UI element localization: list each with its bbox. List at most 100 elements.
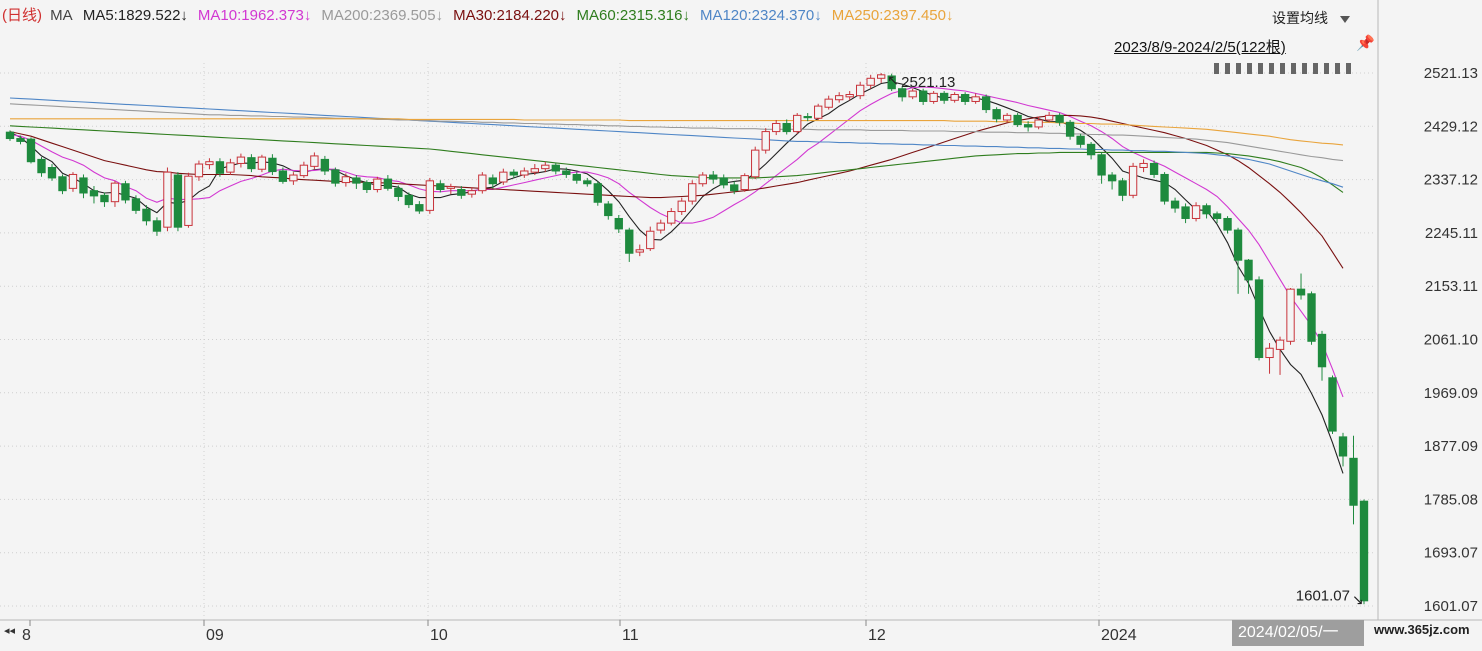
- candle: [761, 128, 770, 154]
- candle-body: [5, 131, 15, 140]
- candle: [572, 172, 581, 184]
- candle-body: [530, 168, 539, 173]
- candle-body: [184, 175, 193, 226]
- candle: [824, 95, 833, 110]
- candle-body: [929, 92, 938, 102]
- candle: [257, 154, 267, 173]
- candle-body: [341, 176, 351, 184]
- candle-body: [100, 194, 109, 203]
- y-tick-label: 1601.07: [1424, 598, 1478, 615]
- candle-body: [1128, 165, 1138, 196]
- candle-body: [488, 177, 497, 185]
- legend-ma250: MA250:2397.450↓: [831, 7, 954, 24]
- candle-body: [194, 163, 204, 178]
- candle-body: [719, 177, 728, 186]
- candle-body: [457, 189, 466, 196]
- legend-ma10: MA10:1962.373↓: [197, 7, 312, 24]
- candle-body: [37, 158, 46, 174]
- legend-items: MA5:1829.522↓ MA10:1962.373↓ MA200:2369.50…: [83, 7, 964, 24]
- candle-body: [1055, 114, 1064, 123]
- candle-body: [614, 217, 623, 230]
- candle-body: [110, 182, 120, 203]
- low-arrow-icon: ↘: [1352, 591, 1364, 607]
- candle: [1317, 330, 1327, 381]
- candle-body: [1170, 200, 1180, 209]
- range-marker: [1302, 63, 1307, 74]
- candle-body: [709, 174, 718, 180]
- candle-body: [1212, 213, 1222, 219]
- candle: [79, 174, 88, 199]
- range-marker: [1236, 63, 1241, 74]
- candle-body: [352, 177, 361, 184]
- legend-ma60: MA60:2315.316↓: [576, 7, 690, 24]
- candle: [1202, 203, 1211, 219]
- candle-body: [751, 149, 760, 178]
- pin-icon[interactable]: 📌: [1356, 34, 1375, 52]
- candle-body: [467, 190, 477, 195]
- candle: [1275, 336, 1285, 375]
- candle-body: [1181, 206, 1190, 219]
- crosshair-date-label: 2024/02/05/一: [1232, 620, 1364, 646]
- x-tick-label: 10: [430, 627, 448, 644]
- candle-body: [499, 171, 508, 183]
- candle: [793, 113, 802, 134]
- candle-body: [772, 122, 781, 133]
- candle-body: [761, 131, 770, 151]
- candle-body: [58, 176, 67, 192]
- y-tick-label: 2337.12: [1424, 172, 1478, 189]
- candle: [918, 88, 928, 105]
- ma-line-ma10: [9, 86, 1344, 398]
- candle: [709, 170, 718, 184]
- candle-body: [1002, 114, 1012, 121]
- candle-body: [1034, 119, 1043, 128]
- candle: [341, 173, 351, 187]
- candle-body: [992, 109, 1001, 120]
- candle-body: [835, 95, 844, 101]
- candle-body: [1118, 180, 1127, 196]
- double-left-arrow-icon[interactable]: ◂◂: [4, 624, 15, 637]
- candle-body: [1023, 124, 1033, 128]
- candle-body: [163, 171, 172, 228]
- candle: [5, 130, 15, 141]
- candle: [100, 192, 109, 207]
- x-tick-label: 12: [868, 627, 886, 644]
- candle-body: [960, 94, 970, 102]
- candle-body: [562, 170, 571, 175]
- candle: [1107, 172, 1117, 190]
- candle: [1349, 435, 1358, 525]
- candle: [478, 172, 487, 194]
- candle: [362, 180, 372, 193]
- ma-settings-button[interactable]: 设置均线: [1272, 8, 1350, 28]
- candle: [740, 173, 749, 192]
- range-marker: [1346, 63, 1351, 74]
- range-marker: [1214, 63, 1219, 74]
- range-marker: [1247, 63, 1252, 74]
- chart-canvas[interactable]: 2521.13 2429.12 2337.12 2245.11 2153.11 2061.…: [0, 0, 1482, 646]
- candle: [593, 181, 602, 206]
- candle-body: [646, 230, 655, 250]
- candle: [950, 92, 959, 103]
- candle-body: [1338, 436, 1348, 457]
- candlestick-chart[interactable]: 2521.13 2429.12 2337.12 2245.11 2153.11 2061.…: [0, 0, 1482, 646]
- candle: [194, 160, 204, 181]
- range-marker: [1225, 63, 1230, 74]
- candle-body: [509, 171, 518, 176]
- candle-body: [688, 183, 697, 202]
- candle-body: [436, 183, 445, 191]
- candle: [1359, 499, 1369, 605]
- candle-body: [1097, 154, 1106, 176]
- candle-body: [604, 203, 613, 217]
- range-marker: [1280, 63, 1285, 74]
- candle: [614, 215, 623, 233]
- candle: [289, 172, 298, 185]
- candle: [520, 167, 529, 178]
- x-tick-label: 11: [622, 627, 639, 644]
- candle-body: [310, 155, 319, 167]
- candle: [877, 73, 886, 83]
- candle-body: [667, 211, 676, 224]
- date-range-label[interactable]: 2023/8/9-2024/2/5(122根): [1114, 36, 1286, 57]
- candle: [667, 208, 676, 226]
- candle: [719, 174, 728, 189]
- high-value-label: 2521.13: [901, 74, 955, 91]
- candle: [803, 113, 812, 122]
